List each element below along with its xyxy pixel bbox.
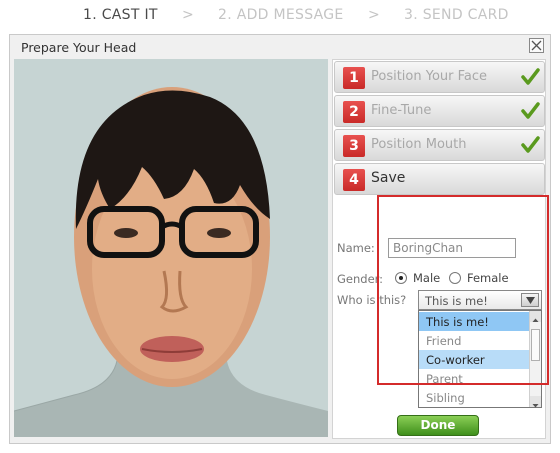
step-number-badge: 2 [343,101,365,123]
accordion-save[interactable]: 4 Save [334,163,545,195]
arrow-down-icon [532,404,539,408]
name-label: Name: [337,241,375,255]
accordion-label: Position Your Face [371,69,488,84]
step-send-card: 3. SEND CARD [404,7,509,23]
dialog-title: Prepare Your Head [21,40,137,55]
checkmark-icon [521,68,540,85]
wizard-steps: 1. CAST IT > 2. ADD MESSAGE > 3. SEND CA… [0,0,560,30]
step-number-badge: 4 [343,169,365,191]
head-preview-image [14,87,328,437]
checkmark-icon [521,102,540,119]
accordion-label: Fine-Tune [371,103,432,118]
checkmark-icon [521,136,540,153]
step-add-message: 2. ADD MESSAGE [218,7,344,23]
dropdown-option[interactable]: Sibling [419,388,529,407]
accordion-fine-tune[interactable]: 2 Fine-Tune [334,95,545,127]
scroll-down-button[interactable] [530,396,541,408]
close-button[interactable] [529,38,544,53]
head-preview-canvas[interactable] [14,59,328,437]
accordion-position-mouth[interactable]: 3 Position Mouth [334,129,545,161]
highlight-annotation-box [377,195,549,385]
step-separator: > [182,7,194,23]
step-number-badge: 1 [343,67,365,89]
accordion-position-face[interactable]: 1 Position Your Face [334,61,545,93]
step-cast-it: 1. CAST IT [83,7,158,23]
accordion-label: Position Mouth [371,137,467,152]
done-button[interactable]: Done [397,415,479,436]
accordion-label: Save [371,170,406,186]
step-number-badge: 3 [343,135,365,157]
close-icon [531,40,542,51]
step-separator: > [368,7,380,23]
